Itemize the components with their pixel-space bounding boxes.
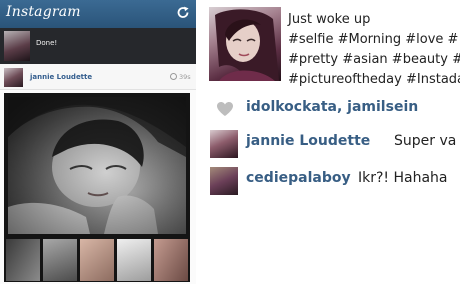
thumbnail-strip <box>6 239 188 281</box>
app-header: Instagram <box>0 0 196 28</box>
likes-row: idolkockata, jamilsein <box>200 98 460 120</box>
thumbnail[interactable] <box>6 239 40 281</box>
comment-username[interactable]: jannie Loudette <box>246 133 370 149</box>
heart-icon[interactable] <box>216 101 234 117</box>
app-title: Instagram <box>6 4 81 20</box>
post-header[interactable]: jannie Loudette 39s <box>0 64 196 90</box>
thumbnail[interactable] <box>80 239 114 281</box>
notification-bar: Done! <box>0 28 196 64</box>
avatar[interactable] <box>4 68 23 87</box>
post-photo-frame[interactable] <box>4 93 190 282</box>
post-photo[interactable] <box>8 97 186 234</box>
comment-avatar[interactable] <box>210 167 238 195</box>
clock-icon <box>170 73 177 80</box>
caption-hashtags[interactable]: #pictureoftheday #Instada <box>288 70 460 90</box>
comment-username[interactable]: cediepalaboy <box>246 170 351 186</box>
comment-text: Ikr?! Hahaha <box>358 170 448 186</box>
likers-list[interactable]: idolkockata, jamilsein <box>246 99 418 115</box>
thumbnail[interactable] <box>154 239 188 281</box>
comment-item: jannie Loudette Super va <box>200 128 460 162</box>
comment-item: cediepalaboy Ikr?! Hahaha <box>200 165 460 199</box>
caption-hashtags[interactable]: #selfie #Morning #love # <box>288 30 460 50</box>
post-caption: Just woke up #selfie #Morning #love # #p… <box>288 10 460 90</box>
phone-screen: Instagram Done! jannie Loudette 39s <box>0 0 196 284</box>
notification-text: Done! <box>36 39 58 47</box>
comments-panel: Just woke up #selfie #Morning #love # #p… <box>200 0 460 284</box>
comment-avatar[interactable] <box>210 130 238 158</box>
post-username[interactable]: jannie Loudette <box>30 73 92 81</box>
comment-text: Super va <box>394 133 457 149</box>
refresh-icon[interactable] <box>176 6 190 20</box>
caption-hashtags[interactable]: #pretty #asian #beauty #i <box>288 50 460 70</box>
photo-illustration <box>8 97 186 234</box>
notification-avatar <box>4 31 30 61</box>
caption-line: Just woke up <box>288 12 371 27</box>
thumbnail[interactable] <box>43 239 77 281</box>
caption-avatar[interactable] <box>209 7 281 81</box>
thumbnail[interactable] <box>117 239 151 281</box>
post-time-ago: 39s <box>179 73 191 81</box>
avatar-illustration <box>215 9 279 81</box>
